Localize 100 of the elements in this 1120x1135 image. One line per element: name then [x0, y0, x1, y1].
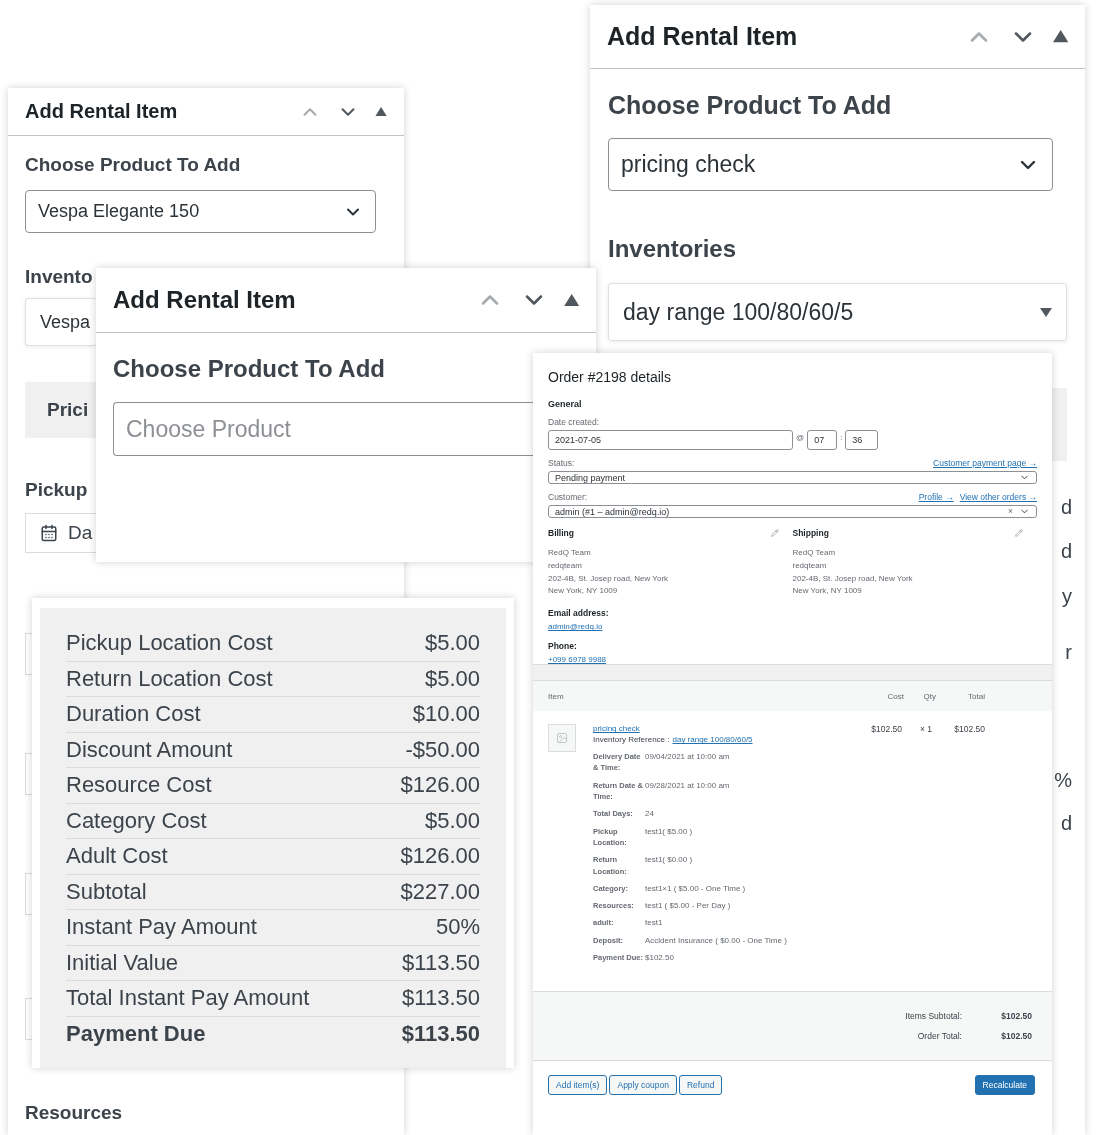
calendar-icon: [40, 524, 58, 542]
time-separator: :: [840, 433, 843, 442]
column-header: Item: [548, 691, 565, 701]
cost-label: Category Cost: [66, 807, 207, 834]
order-title: Order #2198 details: [548, 369, 672, 385]
cost-value: $227.00: [400, 878, 480, 905]
reference-label: Inventory Reference :: [593, 735, 670, 745]
cost-value: $5.00: [424, 665, 480, 692]
panel-title: Add Rental Item: [113, 286, 297, 314]
item-total: $102.50: [953, 724, 985, 737]
cost-value: 50%: [435, 914, 480, 941]
image-icon: [556, 732, 568, 745]
address-line: RedQ Team: [792, 547, 837, 559]
product-link[interactable]: pricing check: [593, 724, 640, 734]
panel-title: Add Rental Item: [25, 100, 179, 123]
field-text: y: [1062, 584, 1072, 609]
at-sign: @: [796, 433, 805, 442]
address-line: New York, NY 1009: [792, 585, 863, 598]
inventory-link[interactable]: day range 100/80/60/5: [672, 735, 753, 745]
cost-label: Total Instant Pay Amount: [66, 985, 310, 1012]
cost-value: $5.00: [424, 630, 480, 657]
address-heading: Shipping: [792, 528, 829, 538]
address-heading: Billing: [548, 528, 574, 538]
cost-value: $126.00: [400, 772, 480, 799]
status-select[interactable]: Pending payment: [548, 471, 1037, 484]
collapse-triangle-icon[interactable]: [1052, 30, 1068, 43]
meta-value: $102.50: [645, 952, 675, 964]
field-label: Phone:: [548, 641, 577, 652]
address-line: 202-4B, St. Josep road, New York: [548, 572, 670, 585]
address-line: 202-4B, St. Josep road, New York: [792, 572, 914, 585]
inventory-field[interactable]: day range 100/80/60/5: [608, 283, 1067, 341]
customer-select[interactable]: admin (#1 – admin@redq.io) ×: [548, 505, 1037, 518]
field-label: Pickup: [25, 479, 88, 501]
collapse-triangle-icon[interactable]: [374, 106, 387, 117]
field-text: r: [1065, 640, 1072, 665]
action-button[interactable]: Refund: [679, 1075, 723, 1096]
section-label: Prici: [47, 399, 89, 421]
cost-label: Duration Cost: [66, 701, 201, 728]
cost-label: Subtotal: [66, 878, 147, 905]
minute-input[interactable]: 36: [845, 430, 879, 450]
cost-label: Initial Value: [66, 949, 179, 976]
action-button[interactable]: Apply coupon: [609, 1075, 677, 1096]
cost-value: $5.00: [424, 807, 480, 834]
other-orders-link[interactable]: View other orders →: [959, 492, 1037, 502]
section-label: Resources: [25, 1102, 123, 1124]
cost-value: -$50.00: [405, 736, 480, 763]
field-label: Choose Product To Add: [25, 154, 241, 176]
field-text: d: [1060, 495, 1072, 520]
cost-value: $10.00: [412, 701, 480, 728]
address-line: redqteam: [548, 559, 583, 572]
recalculate-button[interactable]: Recalculate: [974, 1075, 1035, 1096]
meta-value: test1( $0.00 ): [645, 854, 694, 867]
product-select[interactable]: Vespa Elegante 150: [25, 190, 376, 233]
pencil-icon[interactable]: [770, 529, 779, 537]
section-heading: General: [548, 399, 583, 409]
profile-link[interactable]: Profile →: [918, 492, 954, 502]
meta-value: test1: [645, 917, 664, 929]
total-value: $102.50: [1000, 1031, 1032, 1042]
field-text: %: [1054, 768, 1072, 793]
address-line: New York, NY 1009: [548, 585, 619, 598]
product-select[interactable]: Choose Product: [113, 402, 533, 456]
item-quantity: × 1: [918, 724, 932, 737]
address-line: redqteam: [792, 559, 828, 572]
cost-label: Pickup Location Cost: [66, 630, 273, 657]
column-header: Qty: [922, 691, 936, 701]
total-label: Order Total:: [916, 1031, 962, 1042]
date-input[interactable]: 2021-07-05: [548, 430, 793, 450]
collapse-triangle-icon[interactable]: [563, 293, 579, 307]
hour-input[interactable]: 07: [807, 430, 838, 450]
field-label: Status:: [548, 458, 575, 468]
meta-value: 09/04/2021 at 10:00 am: [645, 751, 731, 764]
action-button[interactable]: Add item(s): [548, 1075, 608, 1096]
payment-page-link[interactable]: Customer payment page →: [933, 458, 1037, 468]
cost-label: Discount Amount: [66, 736, 233, 763]
pencil-icon[interactable]: [1015, 529, 1023, 537]
cost-value: $113.50: [401, 1020, 480, 1047]
cost-label: Adult Cost: [66, 843, 168, 870]
field-label: Choose Product To Add: [113, 355, 385, 383]
field-label: Invento: [25, 266, 93, 288]
meta-value: Accident Insurance ( $0.00 - One Time ): [645, 934, 787, 947]
field-label: Customer:: [548, 492, 588, 502]
meta-value: test1( $5.00 ): [645, 825, 694, 838]
field-label: Inventories: [608, 235, 737, 263]
product-select[interactable]: pricing check: [608, 138, 1053, 191]
cost-label: Payment Due: [66, 1020, 206, 1047]
field-text: d: [1060, 811, 1072, 836]
email-link[interactable]: admin@redq.io: [548, 622, 603, 632]
meta-value: test1 ( $5.00 - Per Day ): [645, 900, 732, 912]
field-label: Email address:: [548, 608, 609, 619]
cost-label: Resource Cost: [66, 772, 212, 799]
cost-label: Return Location Cost: [66, 665, 273, 692]
total-value: $102.50: [1000, 1011, 1032, 1022]
cost-value: $113.50: [402, 985, 480, 1012]
cost-label: Instant Pay Amount: [66, 914, 257, 941]
clear-icon[interactable]: ×: [1008, 506, 1013, 517]
total-label: Items Subtotal:: [904, 1011, 962, 1022]
phone-link[interactable]: +099 6978 9988: [548, 655, 607, 665]
address-line: RedQ Team: [548, 547, 592, 559]
item-cost: $102.50: [870, 724, 902, 737]
column-header: Total: [967, 691, 985, 701]
